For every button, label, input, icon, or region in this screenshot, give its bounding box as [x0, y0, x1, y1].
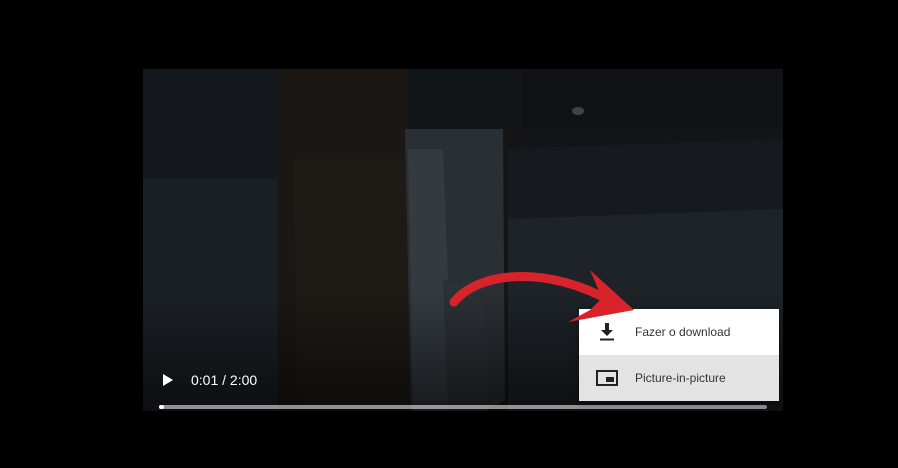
- picture-in-picture-icon: [579, 355, 635, 401]
- play-button[interactable]: [157, 367, 179, 393]
- progress-fill: [159, 405, 165, 409]
- time-display: 0:01 / 2:00: [191, 372, 258, 388]
- page: 0:01 / 2:00 Fazer o download Picture-in-: [0, 0, 898, 468]
- menu-item-label: Picture-in-picture: [635, 371, 726, 385]
- progress-bar[interactable]: [159, 405, 767, 409]
- menu-item-picture-in-picture[interactable]: Picture-in-picture: [579, 355, 779, 401]
- play-icon: [163, 374, 173, 386]
- download-icon: [579, 309, 635, 355]
- menu-item-download[interactable]: Fazer o download: [579, 309, 779, 355]
- overflow-menu: Fazer o download Picture-in-picture: [579, 309, 779, 401]
- menu-item-label: Fazer o download: [635, 325, 731, 339]
